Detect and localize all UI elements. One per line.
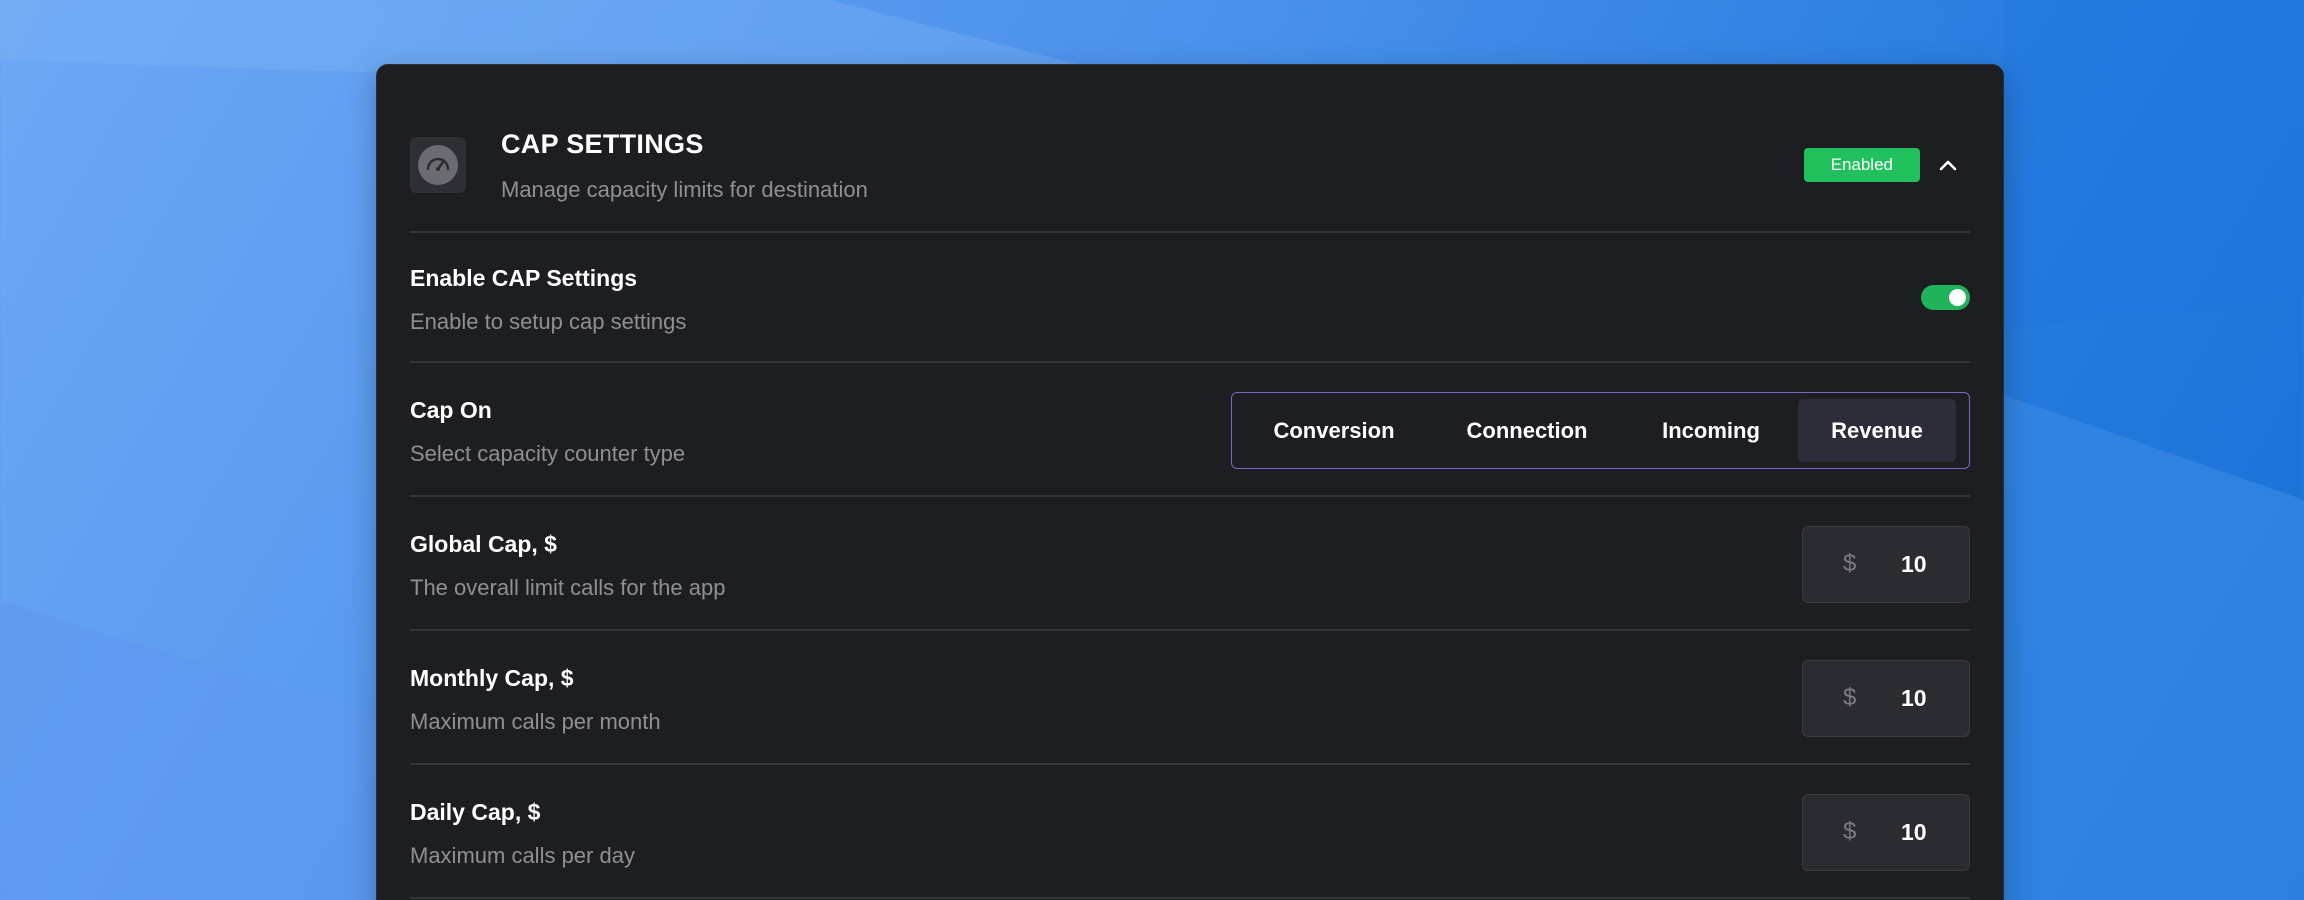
global-cap-input[interactable]: $ 10 bbox=[1802, 526, 1970, 603]
daily-cap-value[interactable]: 10 bbox=[1901, 795, 1927, 869]
currency-symbol: $ bbox=[1843, 684, 1857, 711]
cap-on-row: Cap On Select capacity counter type Conv… bbox=[410, 363, 1970, 497]
toggle-knob bbox=[1949, 289, 1966, 306]
enable-cap-row: Enable CAP Settings Enable to setup cap … bbox=[410, 233, 1970, 363]
enable-cap-toggle[interactable] bbox=[1921, 285, 1970, 310]
currency-symbol: $ bbox=[1843, 818, 1857, 845]
daily-cap-title: Daily Cap, $ bbox=[410, 799, 541, 825]
daily-cap-row: Daily Cap, $ Maximum calls per day $ 10 bbox=[410, 765, 1970, 899]
cap-settings-panel: CAP SETTINGS Manage capacity limits for … bbox=[376, 64, 2004, 900]
monthly-cap-input[interactable]: $ 10 bbox=[1802, 660, 1970, 737]
cap-on-subtitle: Select capacity counter type bbox=[410, 441, 686, 466]
monthly-cap-title: Monthly Cap, $ bbox=[410, 665, 574, 691]
speedometer-icon bbox=[410, 137, 466, 193]
panel-title: CAP SETTINGS bbox=[501, 129, 704, 159]
daily-cap-input[interactable]: $ 10 bbox=[1802, 794, 1970, 871]
cap-option-connection[interactable]: Connection bbox=[1430, 399, 1624, 462]
cap-option-conversion[interactable]: Conversion bbox=[1238, 399, 1430, 462]
panel-header[interactable]: CAP SETTINGS Manage capacity limits for … bbox=[410, 65, 1970, 233]
cap-on-title: Cap On bbox=[410, 397, 492, 423]
global-cap-value[interactable]: 10 bbox=[1901, 527, 1927, 601]
cap-option-revenue[interactable]: Revenue bbox=[1798, 399, 1956, 462]
monthly-cap-row: Monthly Cap, $ Maximum calls per month $… bbox=[410, 631, 1970, 765]
cap-type-selector: Conversion Connection Incoming Revenue bbox=[1231, 392, 1970, 469]
global-cap-title: Global Cap, $ bbox=[410, 531, 557, 557]
chevron-up-icon[interactable] bbox=[1934, 151, 1962, 179]
status-badge: Enabled bbox=[1803, 148, 1920, 182]
global-cap-row: Global Cap, $ The overall limit calls fo… bbox=[410, 497, 1970, 631]
monthly-cap-subtitle: Maximum calls per month bbox=[410, 709, 661, 734]
global-cap-subtitle: The overall limit calls for the app bbox=[410, 575, 726, 600]
currency-symbol: $ bbox=[1843, 550, 1857, 577]
enable-cap-title: Enable CAP Settings bbox=[410, 265, 638, 291]
enable-cap-subtitle: Enable to setup cap settings bbox=[410, 309, 687, 334]
panel-subtitle: Manage capacity limits for destination bbox=[501, 177, 868, 202]
daily-cap-subtitle: Maximum calls per day bbox=[410, 843, 635, 868]
monthly-cap-value[interactable]: 10 bbox=[1901, 661, 1927, 735]
cap-option-incoming[interactable]: Incoming bbox=[1624, 399, 1798, 462]
